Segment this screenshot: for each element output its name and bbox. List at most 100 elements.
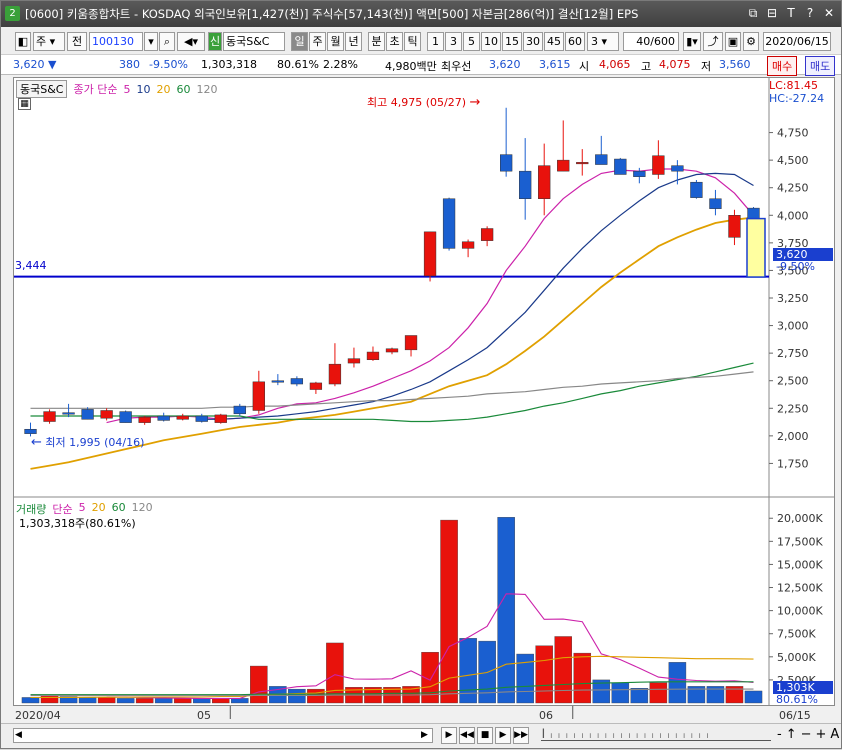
volume-tick-label: 15,000K	[777, 558, 823, 571]
candle-body	[366, 351, 380, 361]
volume-bar	[192, 698, 211, 704]
zoom-in-icon[interactable]: +	[816, 727, 827, 742]
candle-body	[557, 159, 570, 172]
price-tick-label: 2,000	[777, 430, 809, 443]
volume-bar	[307, 688, 325, 704]
candle-body	[461, 241, 475, 249]
stock-name-tag[interactable]: 동국S&C	[16, 80, 68, 98]
scroll-left-icon[interactable]: ◀	[15, 730, 25, 741]
candle-body	[252, 381, 265, 411]
candle-body	[595, 154, 608, 165]
expand-icon[interactable]: ↑	[786, 727, 797, 742]
x-label-apr: 2020/04	[15, 709, 61, 722]
ma-line-120	[30, 371, 754, 409]
play-icon[interactable]: ▶	[495, 727, 511, 744]
candle-body	[500, 154, 513, 172]
volume-bar	[154, 698, 173, 704]
x-label-jun: 06	[539, 709, 553, 722]
scroll-right-icon[interactable]: ▶	[421, 730, 431, 741]
ma20-legend: 20	[156, 82, 171, 96]
ma120-legend: 120	[196, 82, 218, 96]
volume-bar	[212, 698, 230, 704]
volume-bar	[440, 519, 458, 704]
candle-body	[119, 411, 132, 423]
stop-icon[interactable]: ■	[477, 727, 493, 744]
price-tick-label: 2,500	[777, 375, 809, 388]
chart-window: 2 [0600] 키움종합차트 - KOSDAQ 외국인보유[1,427(천)]…	[0, 0, 842, 749]
volume-bar	[649, 682, 668, 704]
ma-line-20	[30, 216, 754, 470]
volume-bar	[21, 697, 40, 704]
projection-box	[746, 217, 766, 278]
candle-body	[157, 415, 170, 421]
ma-line-5	[106, 168, 754, 424]
price-legend: 동국S&C 종가 단순 5 10 20 60 120	[16, 80, 217, 98]
chart-svg: 1,7502,0002,2502,5002,7503,0003,2503,500…	[13, 77, 835, 719]
zoom-out-small-icon[interactable]: -	[777, 727, 782, 742]
price-tick-label: 2,250	[777, 402, 809, 415]
price-tick-label: 2,750	[777, 347, 809, 360]
ma-line-60	[30, 362, 754, 423]
candle-body	[347, 358, 361, 364]
candle-body	[214, 414, 227, 423]
hc-label: HC:-27.24	[769, 92, 825, 105]
rewind-icon[interactable]: ◀◀	[459, 727, 475, 744]
volume-value-label: 1,303,318주(80.61%)	[19, 517, 136, 530]
candle-body	[138, 416, 151, 423]
volume-bar	[231, 698, 249, 704]
candle-body	[442, 198, 456, 249]
ma5-legend: 5	[123, 82, 131, 96]
volume-bar	[554, 636, 572, 704]
volume-tick-label: 12,500K	[777, 582, 823, 595]
volume-bar	[97, 697, 116, 704]
candle-body	[81, 409, 94, 420]
candle-body	[423, 231, 437, 277]
volume-bar	[135, 698, 154, 704]
x-label-last: 06/15	[779, 709, 811, 722]
candle-body	[614, 158, 627, 175]
price-tick-label: 4,250	[777, 182, 809, 195]
ma60-legend: 60	[176, 82, 191, 96]
ma10-legend: 10	[136, 82, 151, 96]
bottom-bar: ◀ ▶ ▶ ◀◀ ■ ▶ ▶▶ ┃╷╷╷╷╷╷╷╷╷╷╷╷╷╷╷╷╷╷╷╷╷ -…	[1, 723, 841, 747]
candle-body	[62, 412, 75, 415]
last-volume-pct-tag: 80.61%	[776, 693, 818, 706]
lc-label: LC:81.45	[769, 79, 819, 92]
candle-body	[385, 348, 399, 353]
volume-bar	[611, 682, 630, 704]
candle-body	[195, 415, 208, 422]
candle-body	[328, 363, 342, 385]
grid-toggle-icon[interactable]: ▦	[18, 98, 31, 110]
volume-bar	[250, 665, 268, 704]
prev-icon[interactable]: ▶	[441, 727, 457, 744]
candle-body	[100, 410, 113, 419]
ma-legend-label: 종가 단순	[73, 83, 118, 96]
volume-tick-label: 5,000K	[777, 651, 816, 664]
last-pct-tag: -9.50%	[776, 260, 815, 273]
volume-bar	[668, 662, 687, 704]
candle-body	[519, 170, 532, 199]
horizontal-scrollbar[interactable]	[13, 728, 433, 743]
candle-body	[671, 165, 684, 172]
volume-bar	[535, 645, 553, 704]
candle-body	[652, 155, 665, 175]
volume-tick-label: 17,500K	[777, 535, 823, 548]
candle-body	[576, 162, 589, 165]
volume-bar	[78, 697, 97, 704]
volume-bar	[497, 517, 515, 704]
zoom-slider[interactable]: ┃╷╷╷╷╷╷╷╷╷╷╷╷╷╷╷╷╷╷╷╷╷	[541, 729, 771, 741]
volume-tick-label: 7,500K	[777, 628, 816, 641]
candle-body	[290, 378, 304, 385]
price-tick-label: 4,750	[777, 127, 809, 140]
volume-tick-label: 10,000K	[777, 605, 823, 618]
low-annotation: ← 최저 1,995 (04/16)	[31, 435, 145, 450]
auto-icon[interactable]: A	[830, 727, 839, 742]
candle-body	[271, 380, 284, 383]
volume-bar	[573, 652, 592, 704]
hline-value-label: 3,444	[15, 259, 47, 272]
forward-icon[interactable]: ▶▶	[513, 727, 529, 744]
volume-bar	[40, 695, 59, 704]
ma-line-10	[201, 172, 754, 420]
zoom-out-icon[interactable]: −	[801, 727, 812, 742]
price-tick-label: 4,000	[777, 209, 809, 222]
